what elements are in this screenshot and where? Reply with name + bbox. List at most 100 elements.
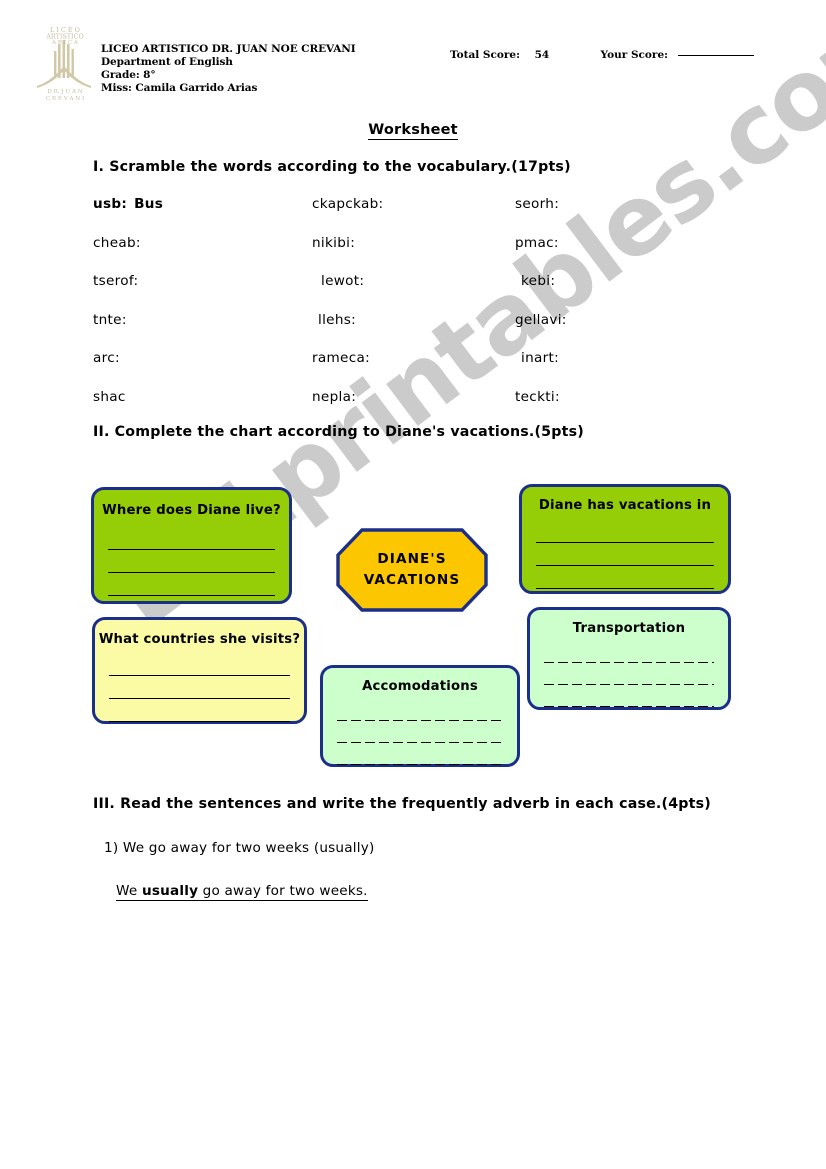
answer-pre: We [116, 883, 142, 899]
scramble-item[interactable]: cheab: [93, 235, 141, 251]
department-name: Department of English [101, 56, 233, 69]
answer-lines [323, 699, 517, 765]
scramble-item[interactable]: teckti: [515, 389, 560, 405]
center-line-1: DIANE'S [377, 551, 447, 567]
sentence-prompt: 1) We go away for two weeks (usually) [104, 840, 375, 856]
scramble-item[interactable]: nikibi: [312, 235, 355, 251]
worksheet-page: ESLprintables.com L I C E O ARTISTICO A … [0, 0, 826, 1169]
vacations-chart: Where does Diane live? Diane has vacatio… [0, 0, 826, 1169]
scramble-word: teckti: [515, 388, 560, 405]
score-block: Total Score: 54 Your Score: [450, 49, 754, 61]
answer-line[interactable] [109, 676, 290, 699]
answer-lines [530, 641, 728, 707]
scramble-item[interactable]: pmac: [515, 235, 559, 251]
total-score-label: Total Score: [450, 49, 520, 61]
answer-line[interactable] [337, 699, 503, 721]
scramble-item[interactable]: tnte: [93, 312, 127, 328]
page-title: Worksheet [0, 119, 826, 140]
answer-line[interactable] [337, 743, 503, 765]
answer-line[interactable] [544, 663, 714, 685]
answer-line[interactable] [544, 685, 714, 707]
answer-line[interactable] [536, 520, 714, 543]
total-score-value: 54 [534, 49, 550, 61]
scramble-item[interactable]: usb: Bus [93, 196, 163, 212]
scramble-word: ckapckab: [312, 196, 384, 212]
answer-line[interactable] [108, 573, 275, 596]
scramble-row: arc: rameca: inart: [93, 350, 713, 389]
scramble-item[interactable]: nepla: [312, 389, 356, 405]
svg-text:D R. J U A N: D R. J U A N [47, 89, 82, 95]
scramble-item[interactable]: gellavi: [515, 312, 567, 328]
chart-node-diane-has-vacations-in[interactable]: Diane has vacations in [519, 484, 731, 594]
answer-lines [94, 527, 289, 596]
answer-line[interactable] [536, 566, 714, 589]
school-info-block: LICEO ARTISTICO DR. JUAN NOE CREVANI Dep… [101, 43, 356, 95]
sentence-answer[interactable]: We usually go away for two weeks. [116, 883, 368, 901]
scramble-word: kebi: [521, 273, 556, 290]
your-score-label: Your Score: [600, 49, 669, 61]
page-title-text: Worksheet [368, 122, 458, 140]
answer-line[interactable] [108, 550, 275, 573]
scramble-item[interactable]: inart: [521, 350, 559, 366]
scramble-item[interactable]: seorh: [515, 196, 559, 212]
chart-node-what-countries-she-visits[interactable]: What countries she visits? [92, 617, 307, 724]
center-line-2: VACATIONS [363, 572, 461, 588]
scramble-word: seorh: [515, 196, 560, 212]
scramble-item[interactable]: rameca: [312, 350, 370, 366]
scramble-word: tserof: [93, 273, 139, 290]
chart-node-where-does-diane-live[interactable]: Where does Diane live? [91, 487, 292, 604]
svg-text:A R I C A: A R I C A [51, 40, 79, 46]
answer-line[interactable] [109, 653, 290, 676]
scramble-grid: usb: Bus ckapckab: seorh: cheab: nikibi: … [93, 196, 713, 428]
scramble-word: usb: [93, 196, 128, 212]
scramble-row: tserof: lewot: kebi: [93, 273, 713, 312]
scramble-word: nepla: [312, 388, 357, 405]
scramble-item[interactable]: arc: [93, 350, 120, 366]
grade-label: Grade: 8° [101, 69, 156, 82]
scramble-row: shac nepla: teckti: [93, 389, 713, 428]
answer-line[interactable] [109, 699, 290, 722]
scramble-word: rameca: [312, 350, 371, 367]
section-2-heading: II. Complete the chart according to Dian… [93, 424, 584, 440]
scramble-item[interactable]: kebi: [521, 273, 555, 289]
chart-node-label: Where does Diane live? [102, 503, 281, 518]
scramble-word: pmac: [515, 234, 559, 251]
svg-text:C R E V A N I: C R E V A N I [46, 96, 84, 102]
scramble-word: arc: [93, 350, 120, 367]
answer-line[interactable] [544, 641, 714, 663]
scramble-item[interactable]: ckapckab: [312, 196, 383, 212]
answer-line[interactable] [536, 543, 714, 566]
chart-node-label: Accomodations [362, 679, 478, 694]
scramble-answer: Bus [134, 196, 164, 212]
scramble-word: shac [93, 388, 126, 405]
scramble-word: lewot: [321, 273, 365, 290]
school-crest-logo: L I C E O ARTISTICO A R I C A D R. J U A… [33, 24, 97, 102]
scramble-word: llehs: [318, 311, 356, 328]
answer-adverb: usually [141, 883, 199, 899]
teacher-name: Miss: Camila Garrido Arias [101, 82, 258, 95]
page-header: L I C E O ARTISTICO A R I C A D R. J U A… [0, 0, 826, 112]
scramble-item[interactable]: lewot: [321, 273, 364, 289]
scramble-row: cheab: nikibi: pmac: [93, 235, 713, 274]
answer-line[interactable] [108, 527, 275, 550]
chart-node-accomodations[interactable]: Accomodations [320, 665, 520, 767]
scramble-word: gellavi: [515, 311, 567, 328]
scramble-item[interactable]: tserof: [93, 273, 138, 289]
chart-center-node-dianes-vacations[interactable]: DIANE'S VACATIONS [336, 528, 488, 612]
answer-lines [95, 653, 304, 722]
answer-post: go away for two weeks. [198, 883, 368, 899]
scramble-item[interactable]: shac [93, 389, 126, 405]
scramble-word: tnte: [93, 311, 127, 328]
your-score-input[interactable] [677, 55, 754, 56]
answer-line[interactable] [337, 721, 503, 743]
chart-node-label: Diane has vacations in [538, 498, 712, 513]
chart-node-transportation[interactable]: Transportation [527, 607, 731, 710]
section-3-heading: III. Read the sentences and write the fr… [93, 796, 711, 812]
chart-node-label: Transportation [572, 621, 686, 636]
scramble-word: cheab: [93, 234, 141, 251]
section-1-heading: I. Scramble the words according to the v… [93, 159, 571, 175]
scramble-word: nikibi: [312, 234, 356, 251]
chart-node-label: What countries she visits? [98, 632, 301, 647]
school-name: LICEO ARTISTICO DR. JUAN NOE CREVANI [101, 43, 356, 55]
scramble-item[interactable]: llehs: [318, 312, 356, 328]
